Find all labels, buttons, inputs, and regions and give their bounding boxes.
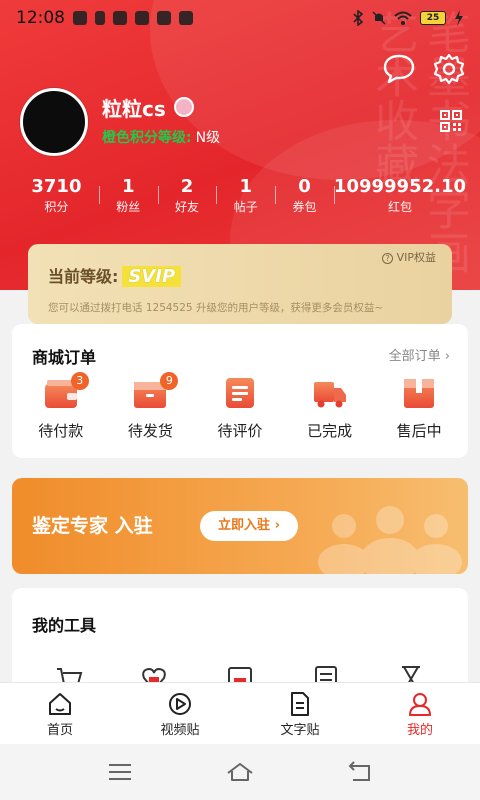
stat-label: 券包 xyxy=(292,200,317,214)
vip-title-label: 当前等级: xyxy=(48,267,119,286)
stat-value: 2 xyxy=(180,176,194,197)
home-icon xyxy=(49,693,71,715)
vip-rights-link[interactable]: ? VIP权益 xyxy=(382,249,436,265)
tab-mine[interactable]: 我的 xyxy=(360,683,480,744)
back-icon[interactable] xyxy=(345,760,375,784)
status-bar: 12:08 25 xyxy=(0,0,480,36)
tab-text-post[interactable]: 文字贴 xyxy=(240,683,360,744)
stats-row: 3710 积分 1 粉丝 2 好友 1 帖子 0 券包 10999952.10 … xyxy=(0,176,480,216)
order-pending-review[interactable]: 待评价 xyxy=(200,376,280,441)
chevron-right-icon: › xyxy=(444,349,450,364)
order-label: 待评价 xyxy=(217,422,263,440)
all-orders-link[interactable]: 全部订单 › xyxy=(389,345,450,364)
order-label: 售后中 xyxy=(396,422,442,440)
vip-rights-label: VIP权益 xyxy=(396,251,436,264)
nav-label: 我的 xyxy=(406,723,433,738)
stat-red-packet[interactable]: 10999952.10 红包 xyxy=(333,176,467,216)
status-time: 12:08 xyxy=(16,8,65,28)
stat-posts[interactable]: 1 帖子 xyxy=(216,176,275,216)
video-icon xyxy=(169,693,191,715)
nav-label: 视频贴 xyxy=(160,723,200,738)
stat-value: 10999952.10 xyxy=(333,176,467,197)
order-label: 待付款 xyxy=(38,422,84,440)
home-button-icon[interactable] xyxy=(225,760,255,784)
stat-label: 粉丝 xyxy=(116,200,141,214)
truck-icon xyxy=(313,382,346,408)
stat-value: 3710 xyxy=(31,176,82,197)
stat-label: 积分 xyxy=(44,200,69,214)
document-icon xyxy=(291,692,309,716)
stat-points[interactable]: 3710 积分 xyxy=(14,176,99,216)
stat-value: 1 xyxy=(121,176,135,197)
app-icon xyxy=(113,11,127,25)
order-pending-shipment[interactable]: 9 待发货 xyxy=(110,372,190,441)
nav-label: 首页 xyxy=(46,723,73,738)
order-pending-payment[interactable]: 3 待付款 xyxy=(21,372,101,441)
vip-title: 当前等级: SVIP xyxy=(48,263,182,287)
tab-video-post[interactable]: 视频贴 xyxy=(120,683,240,744)
wifi-icon xyxy=(394,11,412,25)
orders-title: 商城订单 xyxy=(32,348,97,367)
order-label: 已完成 xyxy=(307,422,353,440)
order-label: 待发货 xyxy=(127,422,173,440)
app-icon xyxy=(157,11,171,25)
aftersale-icon xyxy=(404,379,435,408)
nav-label: 文字贴 xyxy=(280,723,320,738)
orders-card: 商城订单 全部订单 › 3 待付款 9 待发货 待评价 已完成 售后中 xyxy=(12,324,468,458)
level-badge-icon xyxy=(174,97,194,117)
order-after-sale[interactable]: 售后中 xyxy=(379,376,459,441)
bluetooth-icon xyxy=(353,10,364,26)
profile-icon xyxy=(409,693,431,716)
message-icon[interactable] xyxy=(382,52,416,86)
mute-icon xyxy=(372,11,386,25)
order-completed[interactable]: 已完成 xyxy=(290,376,370,441)
battery-icon: 25 xyxy=(420,11,446,25)
app-icon xyxy=(179,11,193,25)
badge: 3 xyxy=(70,372,89,390)
group-illustration-icon xyxy=(318,506,462,574)
charging-icon xyxy=(455,10,463,26)
stat-coupons[interactable]: 0 券包 xyxy=(275,176,334,216)
level-line: 橙色积分等级: N级 xyxy=(102,127,220,147)
join-now-button[interactable]: 立即入驻 › xyxy=(200,511,298,541)
menu-icon[interactable] xyxy=(105,760,135,784)
all-orders-label: 全部订单 xyxy=(388,349,441,364)
system-nav-bar xyxy=(0,744,480,800)
stat-label: 好友 xyxy=(175,200,200,214)
level-label: 橙色积分等级: xyxy=(102,130,192,146)
level-value: N级 xyxy=(195,130,221,146)
stat-fans[interactable]: 1 粉丝 xyxy=(98,176,158,216)
help-icon: ? xyxy=(382,252,394,264)
avatar[interactable] xyxy=(20,88,88,156)
stat-label: 红包 xyxy=(387,200,412,214)
vip-tag: SVIP xyxy=(122,266,182,287)
expert-title: 鉴定专家 入驻 xyxy=(32,515,153,537)
vip-description: 您可以通过拨打电话 1254525 升级您的用户等级，获得更多会员权益~ xyxy=(48,302,384,314)
tools-title: 我的工具 xyxy=(32,616,97,635)
stat-friends[interactable]: 2 好友 xyxy=(157,176,217,216)
notification-icon xyxy=(73,11,87,25)
orders-row: 3 待付款 9 待发货 待评价 已完成 售后中 xyxy=(12,372,468,441)
stat-label: 帖子 xyxy=(233,200,258,214)
stat-value: 0 xyxy=(298,176,311,197)
stat-value: 1 xyxy=(239,176,253,197)
settings-icon[interactable] xyxy=(432,52,466,86)
usb-icon xyxy=(95,11,105,25)
qr-code-icon[interactable] xyxy=(440,110,462,132)
bottom-nav: 首页 视频贴 文字贴 我的 xyxy=(0,682,480,744)
review-icon xyxy=(225,378,254,408)
app-icon xyxy=(135,11,149,25)
vip-card[interactable]: 当前等级: SVIP ? VIP权益 您可以通过拨打电话 1254525 升级您的… xyxy=(28,244,452,324)
username: 粒粒cs xyxy=(102,97,166,121)
tab-home[interactable]: 首页 xyxy=(0,683,120,744)
expert-banner[interactable]: 鉴定专家 入驻 立即入驻 › xyxy=(12,478,468,574)
badge: 9 xyxy=(160,372,179,390)
